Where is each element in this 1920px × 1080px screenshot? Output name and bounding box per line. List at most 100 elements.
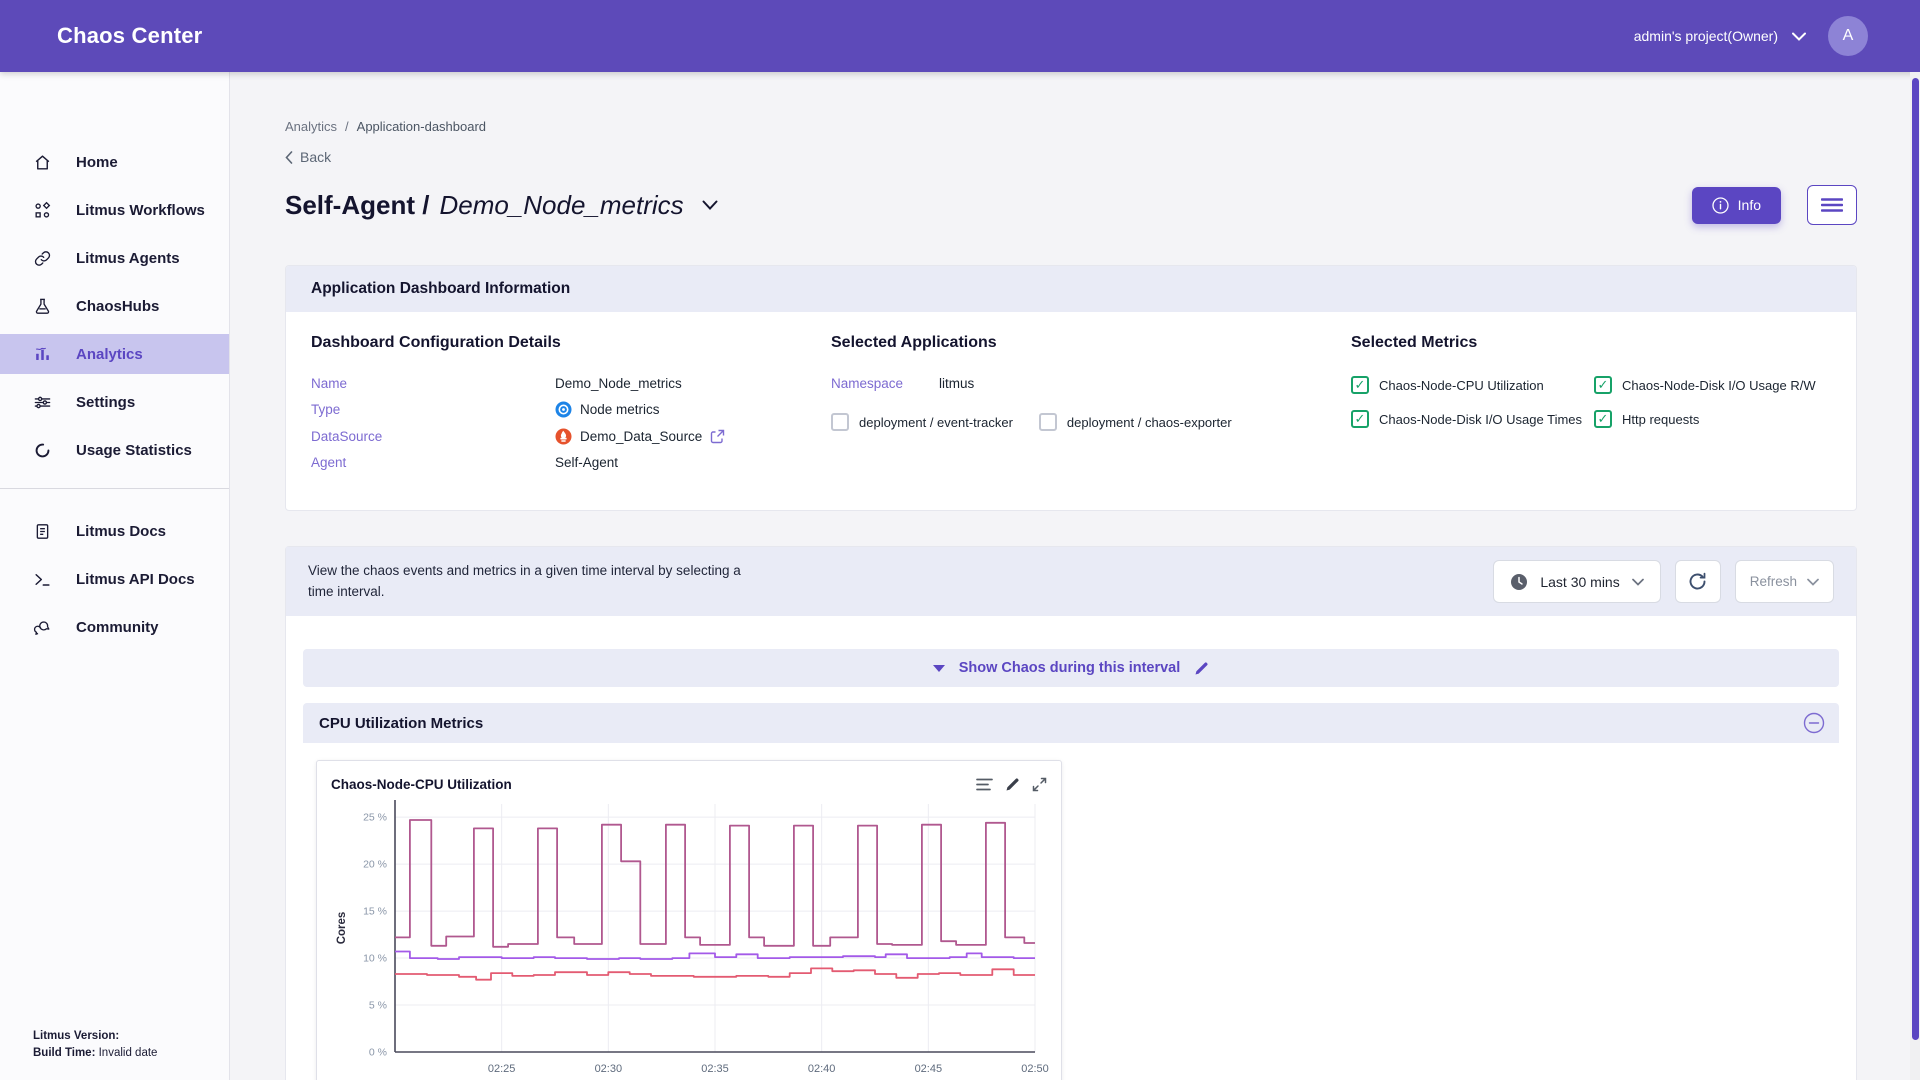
svg-text:02:45: 02:45 — [915, 1063, 943, 1075]
checkbox-disk-io-times[interactable]: ✓ Chaos-Node-Disk I/O Usage Times — [1351, 410, 1594, 428]
metrics-section-card: View the chaos events and metrics in a g… — [285, 546, 1857, 1080]
back-button[interactable]: Back — [285, 149, 1857, 165]
minus-circle-icon — [1803, 712, 1825, 734]
options-menu-button[interactable] — [1807, 185, 1857, 225]
sidebar-item-label: Settings — [76, 394, 135, 411]
chevron-down-icon — [1792, 32, 1806, 41]
sidebar-item-label: ChaosHubs — [76, 298, 159, 315]
chevron-left-icon — [285, 151, 293, 164]
info-button[interactable]: Info — [1692, 187, 1781, 224]
cpu-utilization-chart[interactable]: 0 %5 %10 %15 %20 %25 %02:2502:3002:3502:… — [331, 792, 1049, 1080]
refresh-now-button[interactable] — [1675, 560, 1721, 603]
checkbox-checked-icon[interactable]: ✓ — [1594, 376, 1612, 394]
analytics-icon — [33, 345, 52, 364]
collapse-panel-button[interactable] — [1803, 712, 1825, 734]
sidebar-item-label: Community — [76, 619, 159, 636]
svg-text:5 %: 5 % — [369, 1000, 387, 1012]
checkbox-icon[interactable] — [1039, 413, 1057, 431]
sidebar-item-chaoshubs[interactable]: ChaosHubs — [0, 286, 229, 326]
chart-legend-icon[interactable] — [976, 778, 993, 791]
checkbox-cpu-utilization[interactable]: ✓ Chaos-Node-CPU Utilization — [1351, 376, 1594, 394]
checkbox-event-tracker[interactable]: deployment / event-tracker — [831, 413, 1013, 431]
time-interval-bar: View the chaos events and metrics in a g… — [286, 547, 1856, 616]
sidebar-item-label: Litmus Workflows — [76, 202, 205, 219]
sidebar-item-label: Litmus Agents — [76, 250, 180, 267]
sidebar-item-litmus-agents[interactable]: Litmus Agents — [0, 238, 229, 278]
main-content: Analytics / Application-dashboard Back S… — [230, 72, 1920, 1080]
checkbox-disk-io-rw[interactable]: ✓ Chaos-Node-Disk I/O Usage R/W — [1594, 376, 1856, 394]
build-time-value: Invalid date — [99, 1047, 158, 1059]
chart-title: Chaos-Node-CPU Utilization — [331, 777, 512, 792]
checkbox-checked-icon[interactable]: ✓ — [1351, 376, 1369, 394]
avatar[interactable]: A — [1828, 16, 1868, 56]
selected-applications-title: Selected Applications — [831, 334, 1351, 352]
version-info: Litmus Version: Build Time: Invalid date — [33, 1028, 157, 1063]
checkbox-chaos-exporter[interactable]: deployment / chaos-exporter — [1039, 413, 1232, 431]
namespace-row: Namespace litmus — [831, 376, 1351, 391]
page-title-agent: Self-Agent / — [285, 190, 429, 221]
checkbox-checked-icon[interactable]: ✓ — [1351, 410, 1369, 428]
svg-text:02:40: 02:40 — [808, 1063, 836, 1075]
sidebar-item-litmus-api-docs[interactable]: Litmus API Docs — [0, 559, 229, 599]
sidebar-item-litmus-docs[interactable]: Litmus Docs — [0, 511, 229, 551]
time-range-selector[interactable]: Last 30 mins — [1493, 560, 1660, 603]
config-details-title: Dashboard Configuration Details — [311, 334, 831, 352]
terminal-icon — [33, 570, 52, 589]
sidebar-item-analytics[interactable]: Analytics — [0, 334, 229, 374]
sidebar-item-home[interactable]: Home — [0, 142, 229, 182]
sidebar-item-label: Analytics — [76, 346, 143, 363]
sidebar-item-usage-statistics[interactable]: Usage Statistics — [0, 430, 229, 470]
svg-text:25 %: 25 % — [363, 812, 387, 824]
info-icon — [1712, 197, 1729, 214]
svg-text:20 %: 20 % — [363, 859, 387, 871]
svg-text:02:30: 02:30 — [595, 1063, 623, 1075]
litmus-version-label: Litmus Version: — [33, 1030, 119, 1042]
chart-expand-icon[interactable] — [1032, 777, 1047, 792]
sidebar-item-label: Litmus Docs — [76, 523, 166, 540]
svg-text:02:35: 02:35 — [701, 1063, 729, 1075]
app-title: Chaos Center — [0, 23, 202, 49]
refresh-icon — [1687, 571, 1708, 592]
selected-metrics-title: Selected Metrics — [1351, 334, 1856, 352]
settings-icon — [33, 393, 52, 412]
external-link-icon[interactable] — [710, 429, 725, 444]
checkbox-icon[interactable] — [831, 413, 849, 431]
config-row-type: Type Node metrics — [311, 401, 831, 418]
svg-text:10 %: 10 % — [363, 953, 387, 965]
panel-title: Application Dashboard Information — [286, 266, 1856, 312]
time-interval-description: View the chaos events and metrics in a g… — [308, 561, 748, 603]
checkbox-checked-icon[interactable]: ✓ — [1594, 410, 1612, 428]
chevron-down-icon — [1807, 578, 1819, 586]
prometheus-icon — [555, 428, 572, 445]
build-time-label: Build Time: — [33, 1047, 95, 1059]
sidebar-item-community[interactable]: Community — [0, 607, 229, 647]
refresh-rate-selector[interactable]: Refresh — [1735, 560, 1834, 603]
hamburger-icon — [1821, 198, 1843, 212]
checkbox-http-requests[interactable]: ✓ Http requests — [1594, 410, 1856, 428]
sidebar-item-settings[interactable]: Settings — [0, 382, 229, 422]
community-icon — [33, 618, 52, 637]
cpu-utilization-metrics-panel: CPU Utilization Metrics Chaos-Node-CPU U… — [303, 703, 1839, 1080]
chart-edit-icon[interactable] — [1005, 777, 1020, 792]
docs-icon — [33, 522, 52, 541]
breadcrumb-analytics[interactable]: Analytics — [285, 119, 337, 134]
sidebar-item-litmus-workflows[interactable]: Litmus Workflows — [0, 190, 229, 230]
dashboard-switcher-chevron[interactable] — [702, 200, 718, 210]
page-title-dashboard: Demo_Node_metrics — [439, 190, 683, 221]
breadcrumb-separator: / — [345, 119, 349, 134]
scrollbar-thumb[interactable] — [1912, 78, 1919, 1040]
config-row-name: Name Demo_Node_metrics — [311, 376, 831, 391]
breadcrumb-application-dashboard: Application-dashboard — [357, 119, 486, 134]
page-title: Self-Agent / Demo_Node_metrics — [285, 190, 684, 221]
svg-text:02:25: 02:25 — [488, 1063, 516, 1075]
sidebar-divider — [0, 488, 229, 489]
cpu-utilization-chart-card: Chaos-Node-CPU Utilization 0 %5 %10 %15 … — [316, 760, 1062, 1080]
app-header: Chaos Center admin's project(Owner) A — [0, 0, 1920, 72]
vertical-scrollbar[interactable] — [1910, 72, 1920, 1080]
sidebar: Home Litmus Workflows Litmus Agents Chao… — [0, 72, 230, 1080]
edit-pencil-icon[interactable] — [1194, 661, 1209, 676]
project-selector[interactable]: admin's project(Owner) — [1634, 28, 1806, 44]
svg-text:0 %: 0 % — [369, 1047, 387, 1059]
config-row-agent: Agent Self-Agent — [311, 455, 831, 470]
show-chaos-toggle[interactable]: Show Chaos during this interval — [303, 649, 1839, 687]
